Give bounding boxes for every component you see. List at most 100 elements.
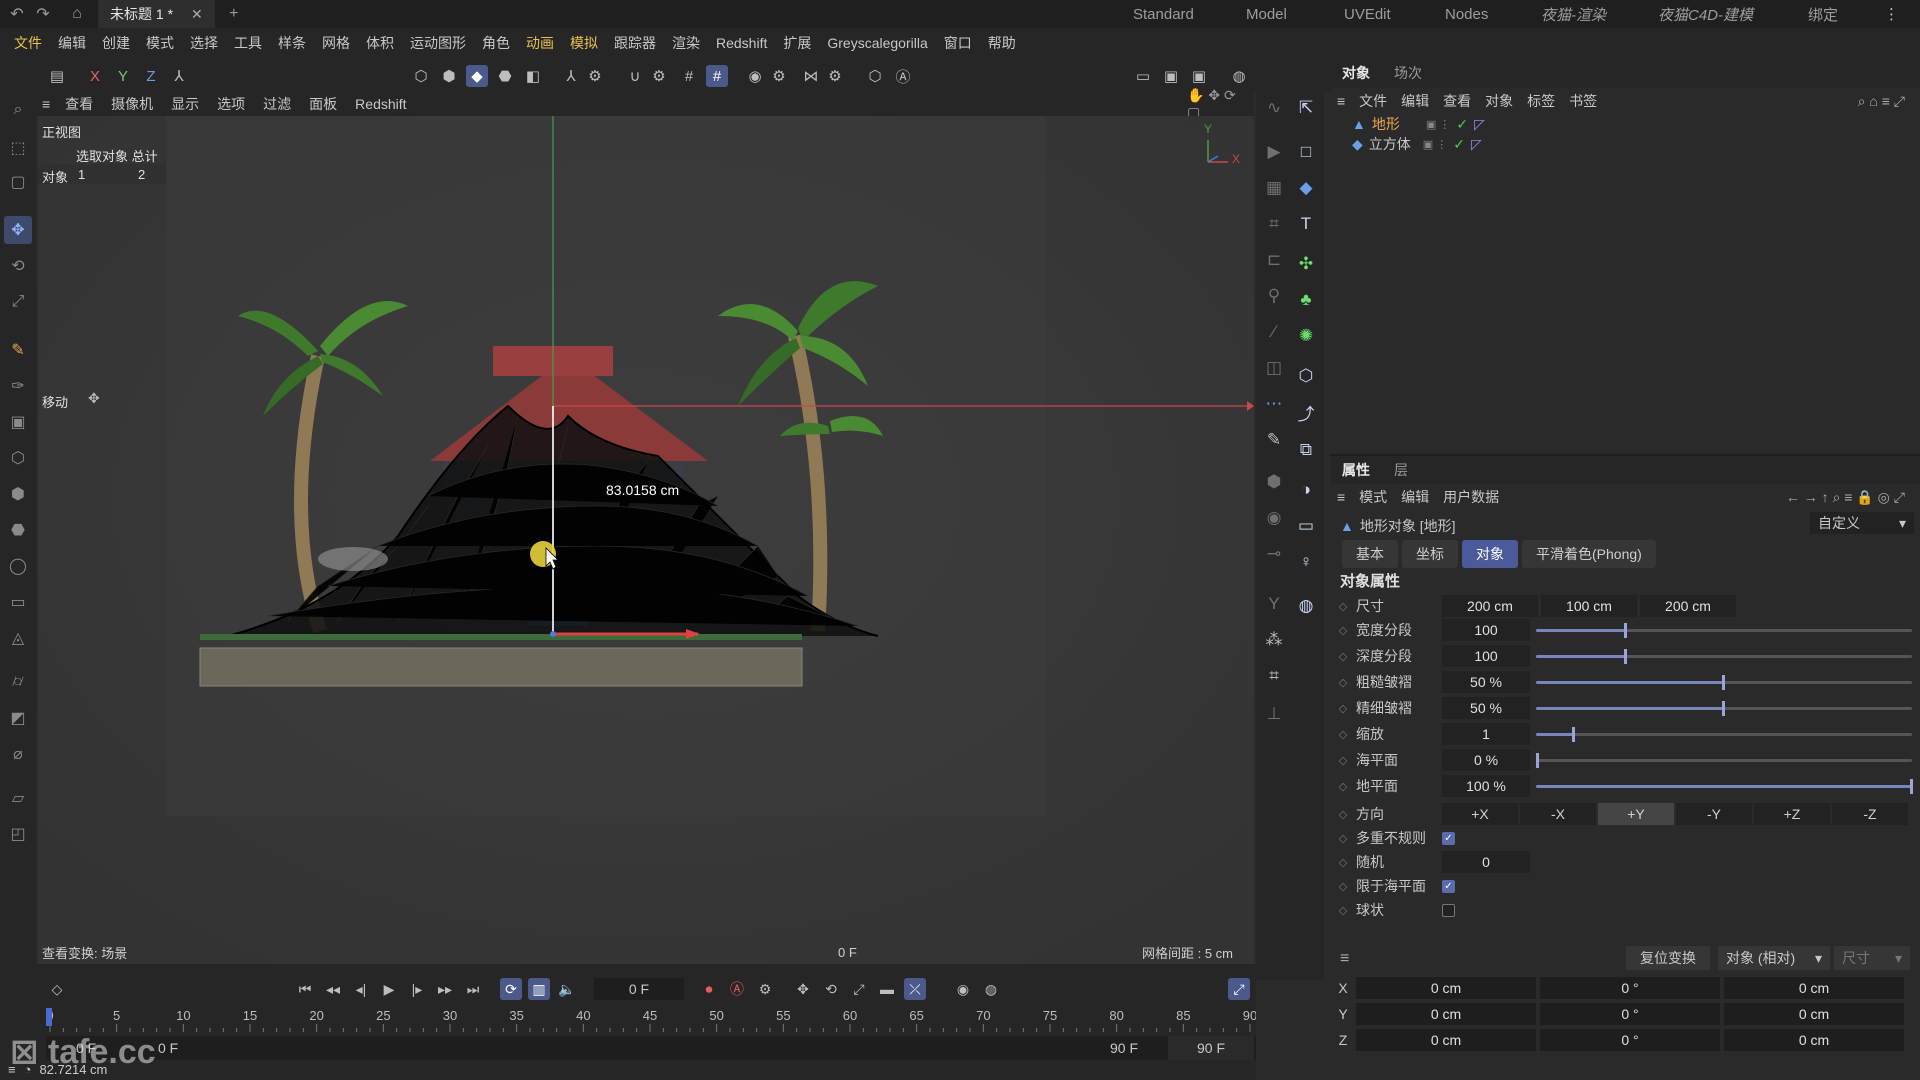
polygon-tool-icon[interactable]: ⬢ [4,480,32,508]
compass-icon[interactable]: ◍ [1292,592,1320,620]
spherical-checkbox[interactable] [1442,903,1455,917]
edges-mode-icon[interactable]: ⬢ [438,65,460,87]
menu-file[interactable]: 文件 [6,33,50,53]
deformer-icon[interactable]: ✺ [1292,322,1320,350]
rotate-tool-icon[interactable]: ⟲ [4,252,32,280]
keyframe-diamond-icon[interactable]: ◇ [1330,624,1356,637]
attr-menu-mode[interactable]: 模式 [1352,487,1394,507]
axis-mode-icon[interactable]: ⅄ [560,65,582,87]
measure-tool-icon[interactable]: ⋯ [1260,390,1288,418]
knife-icon[interactable]: ⁄ [1260,318,1288,346]
param-field[interactable]: 50 % [1442,671,1530,693]
symmetry-icon[interactable]: ⋈ [800,65,822,87]
param-slider[interactable] [1536,727,1912,742]
keyframe-diamond-icon[interactable]: ◇ [1330,780,1356,793]
subtab-basic[interactable]: 基本 [1342,540,1398,568]
environment-icon[interactable]: ◑ [1292,476,1320,504]
param-slider[interactable] [1536,779,1913,794]
param-field[interactable]: 100 [1442,619,1530,641]
menu-help[interactable]: 帮助 [980,33,1024,53]
sphere-icon[interactable]: ◯ [4,552,32,580]
play-icon[interactable]: ▶ [378,978,400,1000]
workspace-standard[interactable]: Standard [1133,0,1194,28]
coord-rotation-field[interactable]: 0 ° [1540,1029,1720,1051]
reset-transform-button[interactable]: 复位变换 [1626,946,1710,970]
menu-select[interactable]: 选择 [182,33,226,53]
workspace-rigging[interactable]: 绑定 [1808,0,1838,28]
cylinder-icon[interactable]: ⌭ [4,668,32,696]
direction-minus-z[interactable]: -Z [1832,803,1908,825]
knife-tool-icon[interactable]: ⌀ [4,740,32,768]
viewport-menu-view[interactable]: 查看 [56,94,102,114]
next-frame-icon[interactable]: |▸ [406,978,428,1000]
slider-knob[interactable] [1722,701,1725,716]
keyframe-icon[interactable]: ◇ [46,978,68,1000]
viewport-menu-redshift[interactable]: Redshift [346,96,415,112]
quantize-icon[interactable]: ⬡ [864,65,886,87]
bend-icon[interactable]: ⊏ [1260,246,1288,274]
keyframe-diamond-icon[interactable]: ◇ [1330,600,1356,613]
slider-knob[interactable] [1722,675,1725,690]
attr-menu-edit[interactable]: 编辑 [1394,487,1436,507]
position-key-icon[interactable]: ✥ [792,978,814,1000]
keyframe-diamond-icon[interactable]: ◇ [1330,808,1356,821]
object-menu-icon[interactable]: ≡ [1330,93,1352,109]
coord-position-field[interactable]: 0 cm [1356,977,1536,999]
light-icon[interactable]: ♀ [1292,548,1320,576]
slider-knob[interactable] [1572,727,1575,742]
tag-icon[interactable]: ⬡ [1292,362,1320,390]
particle-icon[interactable]: ⁂ [1260,626,1288,654]
tab-objects[interactable]: 对象 [1330,63,1382,83]
workspace-nodes[interactable]: Nodes [1445,0,1488,28]
workspace-uvedit[interactable]: UVEdit [1344,0,1391,28]
effector-icon[interactable]: ♣ [1292,286,1320,314]
new-tab-icon[interactable]: + [221,1,247,27]
phong-tag-icon[interactable]: ◸ [1471,136,1482,153]
render-view-icon[interactable]: ▣ [1160,65,1182,87]
lock-y-axis-button[interactable]: Y [112,65,134,87]
texture-tool-icon[interactable]: ◩ [4,704,32,732]
snap-settings-icon[interactable]: ⚙ [648,65,670,87]
timeline-ruler[interactable]: 051015202530354045505560657075808590 [46,1006,1256,1036]
timeline-settings-icon[interactable]: ◍ [980,978,1002,1000]
3d-viewport[interactable]: 正视图 选取对象 总计 对象 1 2 移动 ✥ 83.0158 cm Y X [38,116,1254,964]
more-menu-icon[interactable]: ⋮ [1884,0,1899,28]
brush-tool-icon[interactable]: ✎ [4,336,32,364]
pen-tool-icon[interactable]: ✑ [4,372,32,400]
coord-rotation-field[interactable]: 0 ° [1540,1003,1720,1025]
size-y-field[interactable]: 100 cm [1541,595,1637,617]
home-icon[interactable]: ⌂ [64,1,90,27]
layer-icon[interactable]: ▣ ⋮ [1426,118,1450,131]
prev-key-icon[interactable]: ◂◂ [322,978,344,1000]
grid-array-icon[interactable]: ▦ [1260,174,1288,202]
points-mode-icon[interactable]: ⬡ [410,65,432,87]
tab-layers[interactable]: 层 [1382,460,1420,480]
keyframe-diamond-icon[interactable]: ◇ [1330,650,1356,663]
coord-rotation-field[interactable]: 0 ° [1540,977,1720,999]
scale-key-icon[interactable]: ⤢ [848,978,870,1000]
param-slider[interactable] [1536,753,1912,768]
coord-position-field[interactable]: 0 cm [1356,1029,1536,1051]
viewport-menu-filter[interactable]: 过滤 [254,94,300,114]
fracture-icon[interactable]: ⧉ [1292,436,1320,464]
auto-keyframe-icon[interactable]: Ⓐ [892,65,914,87]
select-tool-icon[interactable]: ⬚ [4,134,32,162]
loop-icon[interactable]: ⟳ [500,978,522,1000]
object-menu-edit[interactable]: 编辑 [1394,91,1436,111]
keyframe-diamond-icon[interactable]: ◇ [1330,728,1356,741]
model-mode-icon[interactable]: ⬣ [494,65,516,87]
rotation-key-icon[interactable]: ⟲ [820,978,842,1000]
layout-icon[interactable]: ▤ [46,65,68,87]
floor-icon[interactable]: ▱ [4,784,32,812]
next-key-icon[interactable]: ▸▸ [434,978,456,1000]
subtab-coordinates[interactable]: 坐标 [1402,540,1458,568]
playhead[interactable] [46,1008,52,1026]
texture-mode-icon[interactable]: ◧ [522,65,544,87]
tab-takes[interactable]: 场次 [1382,63,1434,83]
coord-size-field[interactable]: 0 cm [1724,1029,1904,1051]
frame-icon[interactable]: ⌗ [1260,210,1288,238]
viewport-menu-options[interactable]: 选项 [208,94,254,114]
visibility-check-icon[interactable]: ✓ [1456,116,1468,133]
range-end-field[interactable]: 90 F [1110,1040,1138,1056]
eye-icon[interactable]: ◉ [1260,504,1288,532]
